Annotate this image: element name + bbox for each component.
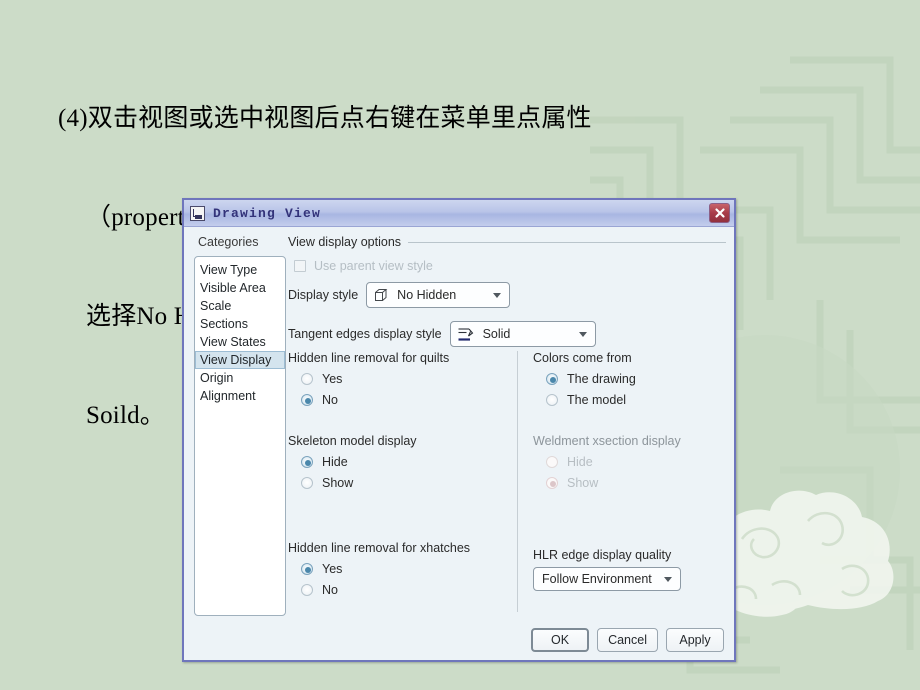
chevron-down-icon (664, 576, 672, 582)
close-icon[interactable] (709, 203, 730, 223)
weldment-section-title: Weldment xsection display (533, 434, 681, 448)
skeleton-hide-label: Hide (322, 455, 348, 469)
skeleton-option-show[interactable]: Show (288, 476, 504, 490)
category-item-view-type[interactable]: View Type (195, 261, 285, 279)
use-parent-view-style-checkbox[interactable] (294, 260, 306, 272)
dialog-title: Drawing View (213, 205, 322, 221)
weldment-hide-label: Hide (567, 455, 593, 469)
colors-model-radio[interactable] (546, 394, 558, 406)
weldment-show-radio (546, 477, 558, 489)
chevron-down-icon (578, 331, 587, 337)
display-style-dropdown[interactable]: No Hidden (366, 282, 511, 308)
skeleton-show-label: Show (322, 476, 354, 490)
view-display-options-title: View display options (288, 235, 726, 249)
display-style-label: Display style (288, 288, 359, 302)
quilts-yes-label: Yes (322, 372, 343, 386)
quilts-yes-radio[interactable] (301, 373, 313, 385)
hlr-section-title: HLR edge display quality (533, 548, 672, 562)
category-item-scale[interactable]: Scale (195, 297, 285, 315)
xhatches-no-label: No (322, 583, 338, 597)
quilts-no-label: No (322, 393, 338, 407)
use-parent-view-style-row[interactable]: Use parent view style (288, 259, 726, 273)
skeleton-section-title: Skeleton model display (288, 434, 417, 448)
display-style-value: No Hidden (397, 288, 457, 302)
colors-option-model[interactable]: The model (533, 393, 726, 407)
weldment-option-hide: Hide (533, 455, 726, 469)
quilts-option-yes[interactable]: Yes (288, 372, 504, 386)
xhatches-section-title: Hidden line removal for xhatches (288, 541, 471, 555)
display-style-row: Display style No Hidden (288, 282, 726, 308)
quilts-section-title: Hidden line removal for quilts (288, 351, 450, 365)
use-parent-view-style-label: Use parent view style (314, 259, 433, 273)
cancel-button[interactable]: Cancel (597, 628, 658, 652)
column-separator (517, 351, 518, 612)
tangent-edge-icon (458, 327, 473, 341)
hlr-value: Follow Environment (542, 572, 652, 586)
weldment-option-show: Show (533, 476, 726, 490)
xhatches-option-no[interactable]: No (288, 583, 504, 597)
category-item-view-states[interactable]: View States (195, 333, 285, 351)
categories-list[interactable]: View Type Visible Area Scale Sections Vi… (194, 256, 286, 616)
category-item-origin[interactable]: Origin (195, 369, 285, 387)
apply-button[interactable]: Apply (666, 628, 724, 652)
drawing-view-dialog: Drawing View Categories View Type Visibl… (182, 198, 736, 662)
category-item-view-display[interactable]: View Display (195, 351, 285, 369)
tangent-edges-row: Tangent edges display style Solid (288, 321, 726, 347)
options-left-column: Hidden line removal for quilts Yes No Sk… (288, 351, 504, 616)
options-columns: Hidden line removal for quilts Yes No Sk… (288, 351, 726, 616)
colors-drawing-label: The drawing (567, 372, 636, 386)
view-display-options-label: View display options (288, 235, 402, 249)
xhatches-yes-radio[interactable] (301, 563, 313, 575)
hlr-edge-display-quality-dropdown[interactable]: Follow Environment (533, 567, 681, 591)
view-display-options-pane: View display options Use parent view sty… (288, 235, 726, 616)
colors-model-label: The model (567, 393, 627, 407)
category-item-sections[interactable]: Sections (195, 315, 285, 333)
categories-pane: Categories View Type Visible Area Scale … (194, 235, 286, 616)
colors-option-drawing[interactable]: The drawing (533, 372, 726, 386)
xhatches-yes-label: Yes (322, 562, 343, 576)
category-item-alignment[interactable]: Alignment (195, 387, 285, 405)
colors-section-title: Colors come from (533, 351, 632, 365)
quilts-option-no[interactable]: No (288, 393, 504, 407)
colors-drawing-radio[interactable] (546, 373, 558, 385)
category-item-visible-area[interactable]: Visible Area (195, 279, 285, 297)
dialog-footer: OK Cancel Apply (531, 628, 724, 652)
dialog-body: Categories View Type Visible Area Scale … (184, 227, 734, 660)
xhatches-no-radio[interactable] (301, 584, 313, 596)
cube-icon (375, 288, 388, 301)
skeleton-hide-radio[interactable] (301, 456, 313, 468)
skeleton-show-radio[interactable] (301, 477, 313, 489)
cloud-motif-icon (715, 490, 894, 617)
categories-label: Categories (198, 235, 259, 249)
skeleton-option-hide[interactable]: Hide (288, 455, 504, 469)
drawing-view-icon (190, 205, 205, 221)
ok-button[interactable]: OK (531, 628, 590, 652)
dialog-titlebar[interactable]: Drawing View (184, 200, 734, 227)
slide-line-1: (4)双击视图或选中视图后点右键在菜单里点属性 (58, 105, 592, 132)
weldment-show-label: Show (567, 476, 599, 490)
tangent-edges-label: Tangent edges display style (288, 327, 442, 341)
options-right-column: Colors come from The drawing The model W… (533, 351, 726, 616)
weldment-hide-radio (546, 456, 558, 468)
tangent-edges-dropdown[interactable]: Solid (449, 321, 596, 347)
xhatches-option-yes[interactable]: Yes (288, 562, 504, 576)
quilts-no-radio[interactable] (301, 394, 313, 406)
tangent-edges-value: Solid (482, 327, 511, 341)
chevron-down-icon (493, 292, 502, 298)
